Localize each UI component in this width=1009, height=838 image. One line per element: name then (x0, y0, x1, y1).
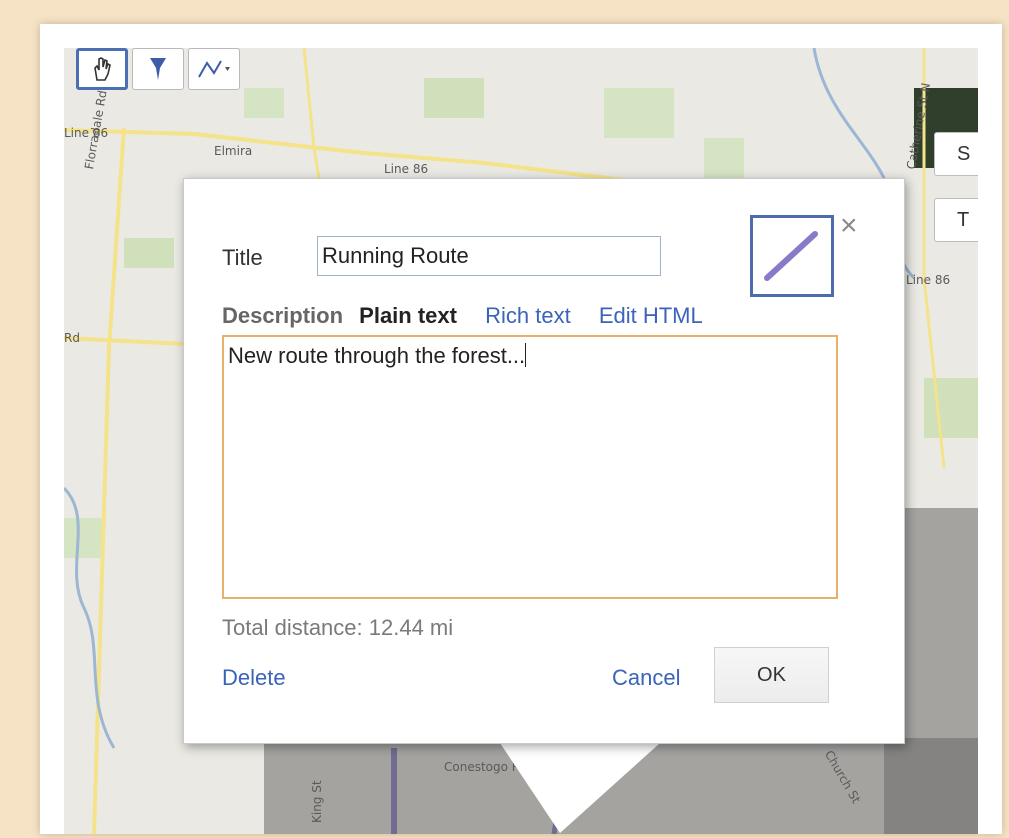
map-toolbar (76, 48, 240, 90)
description-text: New route through the forest... (228, 343, 526, 368)
map-label-elmira: Elmira (214, 144, 253, 158)
hand-tool-icon (94, 57, 111, 81)
mode-rich-text-link[interactable]: Rich text (485, 303, 571, 328)
map-label-king-st: King St (310, 780, 324, 823)
line-tool-icon (198, 60, 230, 78)
mode-plain-text[interactable]: Plain text (359, 303, 457, 328)
total-distance: Total distance: 12.44 mi (222, 615, 454, 640)
map-label-line86-c: Line 86 (906, 273, 951, 287)
line-tool-button[interactable] (188, 48, 240, 90)
cancel-link[interactable]: Cancel (612, 665, 680, 691)
line-style-icon (764, 231, 818, 281)
delete-link[interactable]: Delete (222, 665, 286, 691)
close-icon[interactable]: × (840, 211, 858, 241)
ok-button[interactable]: OK (714, 647, 829, 703)
map-label-rd: Rd (64, 331, 80, 345)
map-side-button-t[interactable]: T (934, 198, 978, 242)
marker-tool-button[interactable] (132, 48, 184, 90)
description-textarea[interactable]: New route through the forest... (222, 335, 838, 599)
marker-tool-icon (150, 58, 166, 80)
info-window-tail (500, 743, 660, 833)
map-label-line86-b: Line 86 (384, 162, 429, 176)
mode-edit-html-link[interactable]: Edit HTML (599, 303, 703, 328)
description-label: Description (222, 303, 344, 328)
map-side-button-s[interactable]: S (934, 132, 978, 176)
line-style-button[interactable] (750, 215, 834, 297)
title-input[interactable]: Running Route (317, 236, 661, 276)
description-mode-bar: Description Plain text Rich text Edit HT… (222, 303, 725, 329)
hand-tool-button[interactable] (76, 48, 128, 90)
text-caret (525, 343, 527, 367)
title-label: Title (222, 245, 263, 270)
edit-line-dialog: Title Running Route × Description Plain … (183, 178, 905, 744)
